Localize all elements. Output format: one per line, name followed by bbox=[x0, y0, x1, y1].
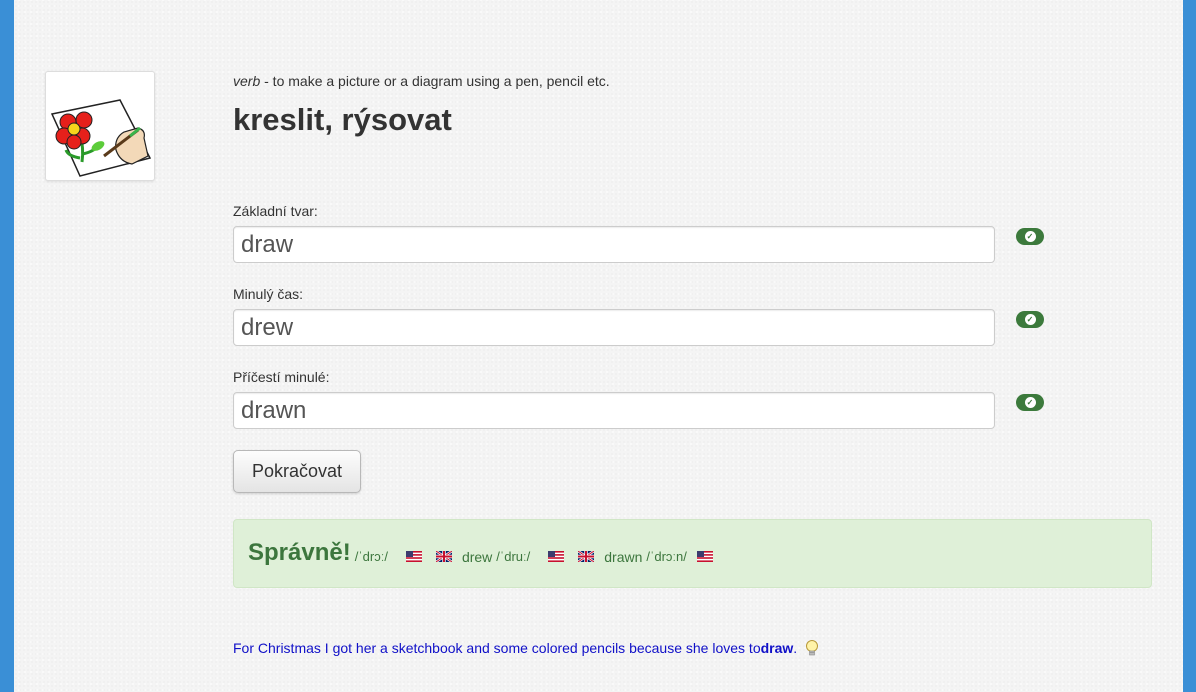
us-flag-icon[interactable] bbox=[405, 551, 422, 562]
lightbulb-icon[interactable] bbox=[805, 639, 819, 657]
check-icon: ✓ bbox=[1024, 231, 1036, 242]
pronunciation-3: /ˈdrɔːn/ bbox=[646, 549, 687, 564]
base-form-label: Základní tvar: bbox=[233, 203, 318, 219]
past-participle-label: Příčestí minulé: bbox=[233, 369, 330, 385]
correct-badge: ✓ bbox=[1016, 228, 1044, 245]
past-tense-word: drew bbox=[461, 548, 493, 565]
example-text: For Christmas I got her a sketchbook and… bbox=[233, 640, 761, 656]
result-alert: Správně! /ˈdrɔː/ drew /ˈdruː/ drawn /ˈdr… bbox=[233, 519, 1152, 588]
result-title: Správně! bbox=[248, 538, 351, 566]
us-flag-icon[interactable] bbox=[548, 551, 565, 562]
uk-flag-icon[interactable] bbox=[435, 551, 452, 562]
drawing-flower-icon bbox=[50, 99, 152, 177]
check-icon: ✓ bbox=[1024, 397, 1036, 408]
page-content: verb - to make a picture or a diagram us… bbox=[14, 0, 1183, 692]
example-highlight: draw bbox=[760, 640, 794, 656]
pronunciation-2: /ˈdruː/ bbox=[496, 549, 531, 564]
past-participle-word: drawn bbox=[604, 548, 643, 565]
us-flag-icon[interactable] bbox=[696, 551, 713, 562]
continue-button[interactable]: Pokračovat bbox=[233, 450, 361, 493]
correct-badge: ✓ bbox=[1016, 394, 1044, 411]
past-tense-input[interactable] bbox=[233, 309, 995, 346]
part-of-speech: verb bbox=[233, 73, 261, 89]
example-sentence: For Christmas I got her a sketchbook and… bbox=[233, 639, 819, 657]
pronunciation-1: /ˈdrɔː/ bbox=[354, 549, 388, 564]
definition-text: - to make a picture or a diagram using a… bbox=[260, 73, 610, 89]
correct-badge: ✓ bbox=[1016, 311, 1044, 328]
example-punctuation: . bbox=[793, 640, 798, 656]
word-definition: verb - to make a picture or a diagram us… bbox=[233, 73, 610, 89]
past-tense-label: Minulý čas: bbox=[233, 286, 304, 302]
base-form-input[interactable] bbox=[233, 226, 995, 263]
uk-flag-icon[interactable] bbox=[578, 551, 595, 562]
past-participle-input[interactable] bbox=[233, 392, 995, 429]
check-icon: ✓ bbox=[1024, 314, 1036, 325]
word-illustration bbox=[45, 71, 155, 181]
translation-heading: kreslit, rýsovat bbox=[233, 102, 452, 137]
